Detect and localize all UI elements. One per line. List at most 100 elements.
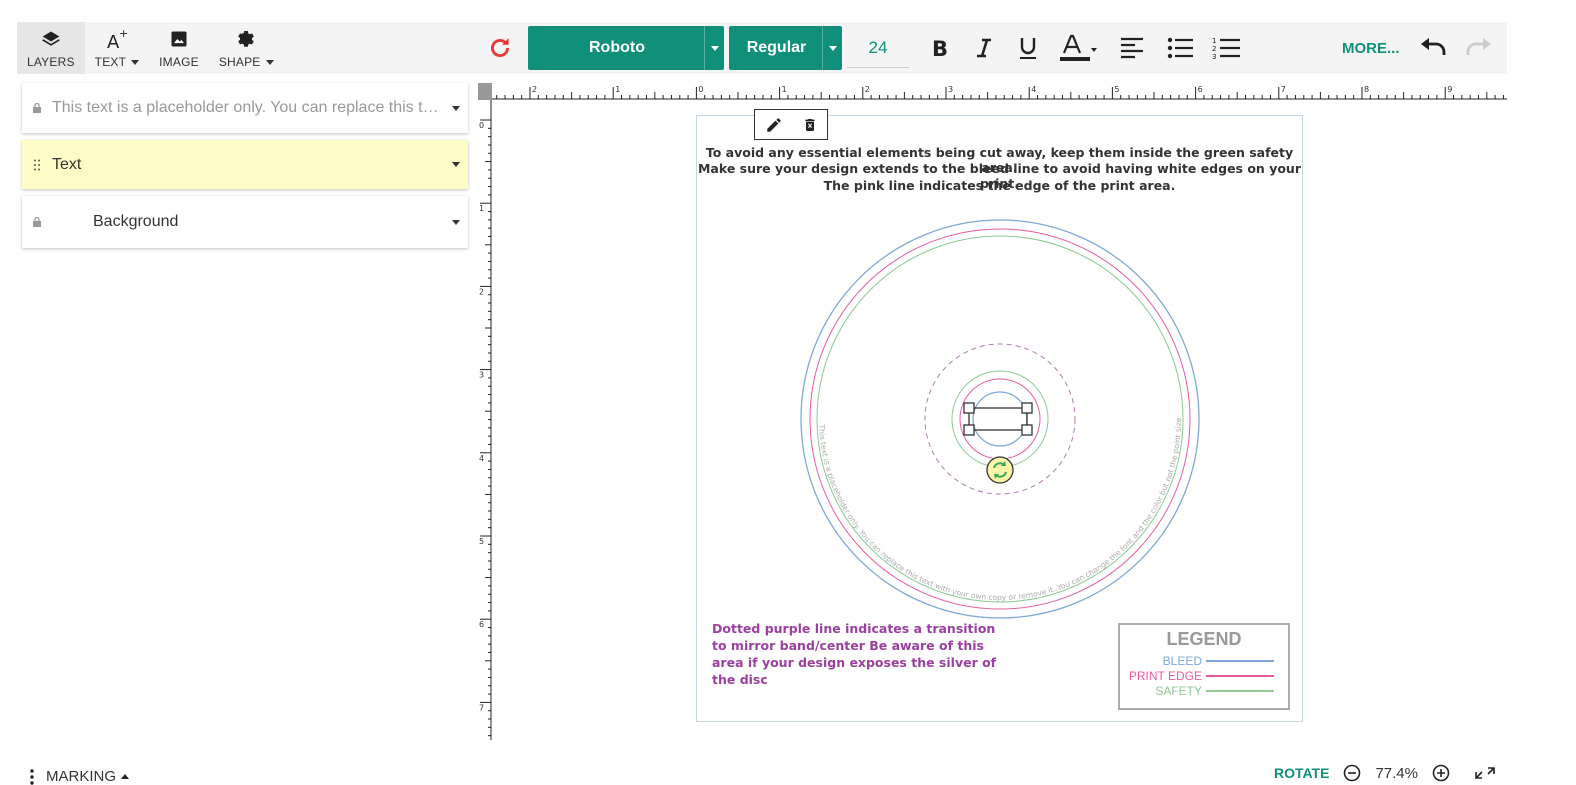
tab-image-label: IMAGE [159, 55, 199, 69]
tab-image[interactable]: IMAGE [149, 22, 209, 74]
element-action-toolbar [754, 109, 828, 140]
drag-handle-icon[interactable] [22, 159, 52, 171]
font-family-dropdown[interactable]: Roboto [528, 26, 724, 70]
chevron-down-icon [265, 60, 274, 66]
more-vertical-icon [30, 768, 34, 785]
ruler-label: 0 [698, 85, 703, 94]
zoom-level: 77.4% [1375, 764, 1418, 782]
ruler-label: 7 [1281, 85, 1286, 94]
marking-label: MARKING [46, 768, 117, 785]
ruler-label: 5 [479, 537, 484, 546]
legend-swatch [1206, 659, 1274, 662]
inner-safety-circle [951, 370, 1049, 468]
ruler-label: 6 [1198, 85, 1203, 94]
svg-text:3: 3 [1212, 53, 1216, 60]
layer-name: Background [93, 213, 179, 230]
more-button[interactable]: MORE... [1342, 40, 1400, 57]
bullet-list-icon[interactable] [1161, 37, 1199, 59]
legend-row-bleed: BLEED [1120, 653, 1288, 668]
chevron-down-icon[interactable] [444, 162, 468, 167]
svg-text:B: B [932, 38, 948, 58]
layer-name: Text [52, 155, 82, 173]
chevron-down-icon[interactable] [444, 219, 468, 225]
ruler-label: 1 [479, 204, 484, 213]
text-color-icon[interactable] [1055, 33, 1103, 63]
tab-layers-label: LAYERS [27, 55, 75, 69]
vertical-ruler: 0 1 2 3 4 5 6 7 [479, 100, 492, 740]
legend-label: SAFETY [1155, 683, 1202, 698]
ruler-label: 2 [479, 287, 484, 296]
zoom-out-icon[interactable] [1343, 764, 1361, 782]
underline-icon[interactable] [1009, 36, 1047, 60]
design-page[interactable]: To avoid any essential elements being cu… [696, 115, 1303, 722]
legend-row-safety: SAFETY [1120, 683, 1288, 698]
ruler-label: 2 [532, 85, 537, 94]
edit-pencil-icon[interactable] [765, 116, 783, 134]
align-left-icon[interactable] [1113, 37, 1151, 59]
tab-shape[interactable]: SHAPE [209, 22, 284, 74]
chevron-up-icon [121, 774, 130, 779]
zoom-controls: ROTATE 77.4% [1274, 764, 1496, 782]
undo-icon[interactable] [1414, 38, 1454, 58]
legend-swatch [1206, 689, 1274, 692]
bleed-circle [800, 219, 1200, 619]
font-size-input[interactable] [847, 28, 909, 68]
zoom-in-icon[interactable] [1432, 764, 1450, 782]
ruler-label: 4 [479, 454, 484, 463]
mirror-band-note: Dotted purple line indicates a transitio… [712, 621, 997, 687]
text-add-icon: A + [105, 27, 129, 51]
lock-icon [22, 217, 52, 227]
chevron-down-icon [131, 60, 140, 66]
layers-icon [41, 27, 61, 51]
svg-text:1: 1 [1212, 37, 1216, 45]
legend-row-print-edge: PRINT EDGE [1120, 668, 1288, 683]
layer-name: This text is a placeholder only. You can… [52, 99, 444, 116]
ruler-label: 9 [1447, 85, 1452, 94]
marking-toggle[interactable]: MARKING [30, 768, 130, 785]
ruler-label: 1 [782, 85, 787, 94]
chevron-down-icon [822, 26, 842, 70]
svg-text:2: 2 [1212, 45, 1216, 53]
ruler-label: 6 [479, 620, 484, 629]
inner-print-edge-circle [959, 378, 1041, 460]
layer-item-placeholder-text[interactable]: This text is a placeholder only. You can… [22, 83, 468, 133]
numbered-list-icon[interactable]: 123 [1207, 36, 1245, 60]
legend-title: LEGEND [1166, 629, 1242, 649]
legend-label: PRINT EDGE [1128, 668, 1202, 683]
redo-icon[interactable] [1458, 38, 1498, 58]
chevron-down-icon[interactable] [444, 105, 468, 111]
fullscreen-icon[interactable] [1474, 766, 1496, 780]
ruler-label: 2 [865, 85, 870, 94]
center-hole-circle [972, 391, 1028, 447]
ruler-label: 3 [479, 371, 484, 380]
curved-placeholder-text[interactable]: This text is a placeholder only. You can… [697, 116, 1183, 602]
layer-item-background[interactable]: Background [22, 196, 468, 248]
tab-text-label: TEXT [94, 55, 127, 69]
rotate-button[interactable]: ROTATE [1274, 765, 1329, 781]
ruler-label: 3 [948, 85, 953, 94]
horizontal-ruler: 2 1 0 1 2 3 4 5 6 7 8 9 [478, 85, 1507, 100]
tool-tabs: LAYERS A + TEXT IMAGE SHAPE [17, 22, 477, 74]
gear-icon [235, 27, 257, 51]
svg-text:+: + [119, 27, 128, 40]
lock-icon [22, 103, 52, 113]
ruler-label: 8 [1364, 85, 1369, 94]
delete-icon[interactable] [802, 116, 818, 134]
font-weight-dropdown[interactable]: Regular [729, 26, 842, 70]
rotate-handle-icon[interactable] [986, 456, 1014, 484]
layer-item-text[interactable]: Text [22, 140, 468, 189]
print-edge-circle [809, 228, 1191, 610]
chevron-down-icon [704, 26, 724, 70]
image-icon [169, 27, 189, 51]
italic-icon[interactable] [965, 38, 1003, 58]
bold-icon[interactable]: B [921, 38, 959, 58]
tab-text[interactable]: A + TEXT [85, 22, 149, 74]
font-weight-value: Regular [746, 39, 807, 56]
tab-layers[interactable]: LAYERS [17, 22, 85, 74]
ruler-label: 7 [479, 703, 484, 712]
selection-box[interactable] [963, 402, 1033, 436]
font-family-value: Roboto [589, 39, 645, 56]
format-toolbar: Roboto Regular B 123 MORE... [477, 22, 1507, 74]
refresh-icon[interactable] [477, 35, 523, 61]
ruler-corner [478, 83, 492, 100]
